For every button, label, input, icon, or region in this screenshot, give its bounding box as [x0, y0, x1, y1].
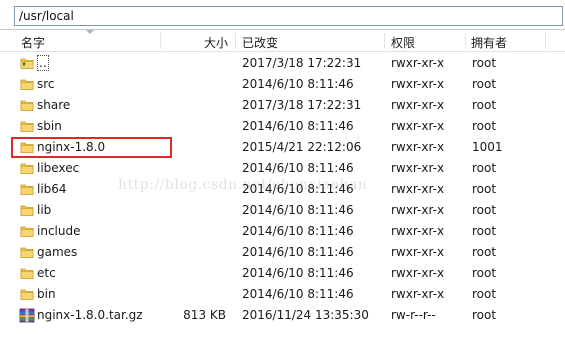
file-modified: 2015/4/21 22:12:06 — [242, 140, 362, 154]
file-owner: root — [472, 77, 497, 91]
file-owner: 1001 — [472, 140, 503, 154]
watermark-text: http://blog.csdn.net/chenxiaohan — [118, 177, 368, 193]
file-owner: root — [472, 98, 497, 112]
file-name: etc — [37, 266, 56, 280]
file-row[interactable]: nginx-1.8.0.tar.gz 813 KB 2016/11/24 13:35… — [0, 305, 565, 326]
file-permissions: rwxr-xr-x — [391, 266, 445, 280]
path-text: /usr/local — [19, 9, 74, 23]
file-name: include — [37, 224, 81, 238]
file-modified: 2014/6/10 8:11:46 — [242, 224, 354, 238]
file-row[interactable]: etc 2014/6/10 8:11:46 rwxr-xr-x root — [0, 263, 565, 284]
path-bar: /usr/local — [0, 0, 565, 30]
file-permissions: rwxr-xr-x — [391, 161, 445, 175]
column-divider[interactable] — [384, 33, 385, 49]
file-owner: root — [472, 56, 497, 70]
file-modified: 2014/6/10 8:11:46 — [242, 245, 354, 259]
path-input[interactable]: /usr/local — [14, 6, 563, 26]
file-permissions: rwxr-xr-x — [391, 77, 445, 91]
file-owner: root — [472, 245, 497, 259]
folder-icon — [20, 161, 34, 175]
sort-indicator-icon — [86, 30, 94, 34]
file-name: lib64 — [37, 182, 67, 196]
folder-icon — [20, 245, 34, 259]
file-modified: 2014/6/10 8:11:46 — [242, 161, 354, 175]
column-header-modified[interactable]: 已改变 — [242, 34, 278, 51]
file-modified: 2014/6/10 8:11:46 — [242, 77, 354, 91]
file-name: nginx-1.8.0.tar.gz — [37, 308, 143, 322]
file-owner: root — [472, 119, 497, 133]
file-name: src — [37, 77, 55, 91]
column-divider[interactable] — [235, 33, 236, 49]
file-row[interactable]: include 2014/6/10 8:11:46 rwxr-xr-x root — [0, 221, 565, 242]
file-row[interactable]: sbin 2014/6/10 8:11:46 rwxr-xr-x root — [0, 116, 565, 137]
file-owner: root — [472, 182, 497, 196]
file-name: sbin — [37, 119, 62, 133]
file-permissions: rwxr-xr-x — [391, 56, 445, 70]
file-permissions: rwxr-xr-x — [391, 119, 445, 133]
file-row[interactable]: libexec 2014/6/10 8:11:46 rwxr-xr-x root — [0, 158, 565, 179]
column-header-owner[interactable]: 拥有者 — [471, 34, 507, 51]
file-size: 813 KB — [183, 308, 226, 322]
column-divider[interactable] — [465, 33, 466, 49]
column-header-row: 名字 大小 已改变 权限 拥有者 — [0, 30, 565, 52]
file-modified: 2017/3/18 17:22:31 — [242, 98, 362, 112]
file-owner: root — [472, 308, 497, 322]
file-permissions: rwxr-xr-x — [391, 182, 445, 196]
folder-icon — [20, 77, 34, 91]
file-row[interactable]: games 2014/6/10 8:11:46 rwxr-xr-x root — [0, 242, 565, 263]
file-name: games — [37, 245, 78, 259]
file-name: share — [37, 98, 71, 112]
file-row[interactable]: src 2014/6/10 8:11:46 rwxr-xr-x root — [0, 74, 565, 95]
file-owner: root — [472, 203, 497, 217]
file-permissions: rwxr-xr-x — [391, 98, 445, 112]
folder-icon — [20, 203, 34, 217]
file-modified: 2014/6/10 8:11:46 — [242, 203, 354, 217]
file-permissions: rwxr-xr-x — [391, 203, 445, 217]
file-modified: 2017/3/18 17:22:31 — [242, 56, 362, 70]
file-name: bin — [37, 287, 56, 301]
file-modified: 2014/6/10 8:11:46 — [242, 119, 354, 133]
file-permissions: rwxr-xr-x — [391, 140, 445, 154]
archive-file-icon — [19, 308, 35, 323]
file-owner: root — [472, 161, 497, 175]
column-divider[interactable] — [545, 33, 546, 49]
annotation-highlight-box — [11, 137, 172, 158]
column-header-size[interactable]: 大小 — [204, 34, 228, 51]
column-header-name[interactable]: 名字 — [21, 34, 45, 51]
folder-icon — [20, 287, 34, 301]
file-permissions: rwxr-xr-x — [391, 224, 445, 238]
folder-icon — [20, 98, 34, 112]
file-name: libexec — [37, 161, 80, 175]
file-permissions: rw-r--r-- — [391, 308, 436, 322]
folder-icon — [20, 182, 34, 196]
file-modified: 2014/6/10 8:11:46 — [242, 287, 354, 301]
file-modified: 2014/6/10 8:11:46 — [242, 266, 354, 280]
file-modified: 2016/11/24 13:35:30 — [242, 308, 369, 322]
file-row[interactable]: share 2017/3/18 17:22:31 rwxr-xr-x root — [0, 95, 565, 116]
file-owner: root — [472, 287, 497, 301]
file-name: lib — [37, 203, 52, 217]
parent-folder-icon — [20, 56, 34, 70]
file-row[interactable]: lib 2014/6/10 8:11:46 rwxr-xr-x root — [0, 200, 565, 221]
column-header-permissions[interactable]: 权限 — [391, 34, 415, 51]
file-owner: root — [472, 224, 497, 238]
file-permissions: rwxr-xr-x — [391, 287, 445, 301]
file-permissions: rwxr-xr-x — [391, 245, 445, 259]
folder-icon — [20, 224, 34, 238]
column-divider[interactable] — [160, 33, 161, 49]
folder-icon — [20, 119, 34, 133]
file-row[interactable]: .. 2017/3/18 17:22:31 rwxr-xr-x root — [0, 53, 565, 74]
file-name: .. — [37, 55, 49, 71]
folder-icon — [20, 266, 34, 280]
file-row[interactable]: bin 2014/6/10 8:11:46 rwxr-xr-x root — [0, 284, 565, 305]
file-owner: root — [472, 266, 497, 280]
